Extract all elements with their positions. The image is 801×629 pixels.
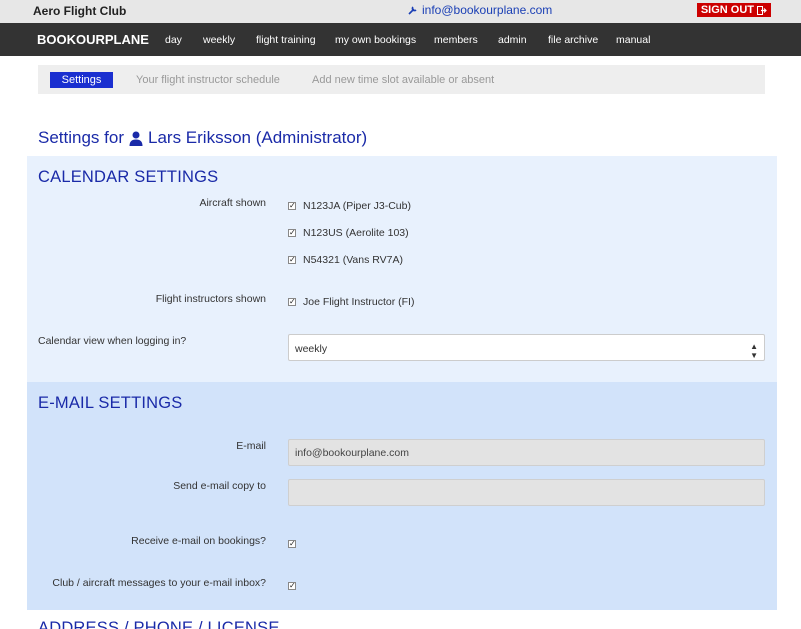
calendar-view-label: Calendar view when logging in? (38, 335, 187, 347)
instructor-option[interactable]: ✓ Joe Flight Instructor (FI) (288, 296, 414, 308)
page-title-user: Lars Eriksson (Administrator) (148, 128, 368, 147)
sign-out-label: SIGN OUT (700, 4, 754, 16)
club-messages-label: Club / aircraft messages to your e-mail … (52, 577, 266, 589)
wrench-icon (408, 6, 417, 15)
nav-item-file-archive[interactable]: file archive (548, 34, 598, 46)
caret-down-icon: ▲ ▼ (750, 342, 758, 360)
instructor-option-label: Joe Flight Instructor (FI) (303, 296, 415, 308)
calendar-view-value: weekly (295, 343, 328, 355)
email-settings-title: E-MAIL SETTINGS (38, 394, 183, 412)
nav-item-day[interactable]: day (165, 34, 182, 46)
aircraft-option[interactable]: ✓ N54321 (Vans RV7A) (288, 254, 403, 266)
club-messages-option[interactable]: ✓ (288, 582, 296, 590)
tab-add-time-slot[interactable]: Add new time slot available or absent (312, 74, 494, 86)
aircraft-option-label: N54321 (Vans RV7A) (303, 254, 404, 266)
instructors-shown-label: Flight instructors shown (155, 293, 266, 305)
receive-email-label: Receive e-mail on bookings? (131, 535, 266, 547)
page-title: Settings for Lars Eriksson (Administrato… (38, 128, 367, 148)
nav-item-weekly[interactable]: weekly (203, 34, 235, 46)
aircraft-checkbox[interactable]: ✓ (288, 229, 296, 237)
email-field-value: info@bookourplane.com (295, 447, 409, 459)
aircraft-checkbox[interactable]: ✓ (288, 202, 296, 210)
calendar-view-select[interactable]: weekly ▲ ▼ (288, 334, 765, 361)
main-navbar: BOOKOURPLANE day weekly flight training … (0, 23, 801, 56)
aircraft-checkbox[interactable]: ✓ (288, 256, 296, 264)
email-settings-section: E-MAIL SETTINGS E-mail info@bookourplane… (27, 382, 777, 610)
address-section-title: ADDRESS / PHONE / LICENSE (38, 619, 280, 629)
aircraft-option-label: N123JA (Piper J3-Cub) (303, 200, 411, 212)
club-messages-checkbox[interactable]: ✓ (288, 582, 296, 590)
email-label: E-mail (236, 440, 266, 452)
sub-navigation: Settings Your flight instructor schedule… (38, 65, 765, 94)
calendar-settings-section: CALENDAR SETTINGS Aircraft shown ✓ N123J… (27, 156, 777, 382)
email-copy-field[interactable] (288, 479, 765, 506)
top-email-link[interactable]: info@bookourplane.com (408, 3, 552, 17)
aircraft-option[interactable]: ✓ N123US (Aerolite 103) (288, 227, 409, 239)
nav-item-manual[interactable]: manual (616, 34, 650, 46)
receive-email-option[interactable]: ✓ (288, 540, 296, 548)
email-copy-label: Send e-mail copy to (173, 480, 266, 492)
brand-logo[interactable]: BOOKOURPLANE (37, 32, 149, 47)
calendar-settings-title: CALENDAR SETTINGS (38, 168, 219, 186)
nav-item-admin[interactable]: admin (498, 34, 527, 46)
nav-item-my-own-bookings[interactable]: my own bookings (335, 34, 416, 46)
address-section: ADDRESS / PHONE / LICENSE (27, 610, 777, 629)
aircraft-option-label: N123US (Aerolite 103) (303, 227, 409, 239)
instructor-checkbox[interactable]: ✓ (288, 298, 296, 306)
club-name: Aero Flight Club (33, 4, 127, 18)
aircraft-shown-label: Aircraft shown (199, 197, 266, 209)
email-field[interactable]: info@bookourplane.com (288, 439, 765, 466)
nav-item-members[interactable]: members (434, 34, 478, 46)
page-title-prefix: Settings for (38, 128, 124, 147)
tab-instructor-schedule[interactable]: Your flight instructor schedule (136, 74, 280, 86)
sign-out-button[interactable]: SIGN OUT (696, 3, 771, 17)
aircraft-option[interactable]: ✓ N123JA (Piper J3-Cub) (288, 200, 411, 212)
top-bar: Aero Flight Club info@bookourplane.com S… (0, 0, 801, 23)
nav-item-flight-training[interactable]: flight training (256, 34, 316, 46)
receive-email-checkbox[interactable]: ✓ (288, 540, 296, 548)
user-icon (129, 131, 143, 146)
sign-out-icon (757, 5, 767, 15)
top-email-text: info@bookourplane.com (422, 3, 553, 17)
tab-settings[interactable]: Settings (50, 72, 113, 88)
